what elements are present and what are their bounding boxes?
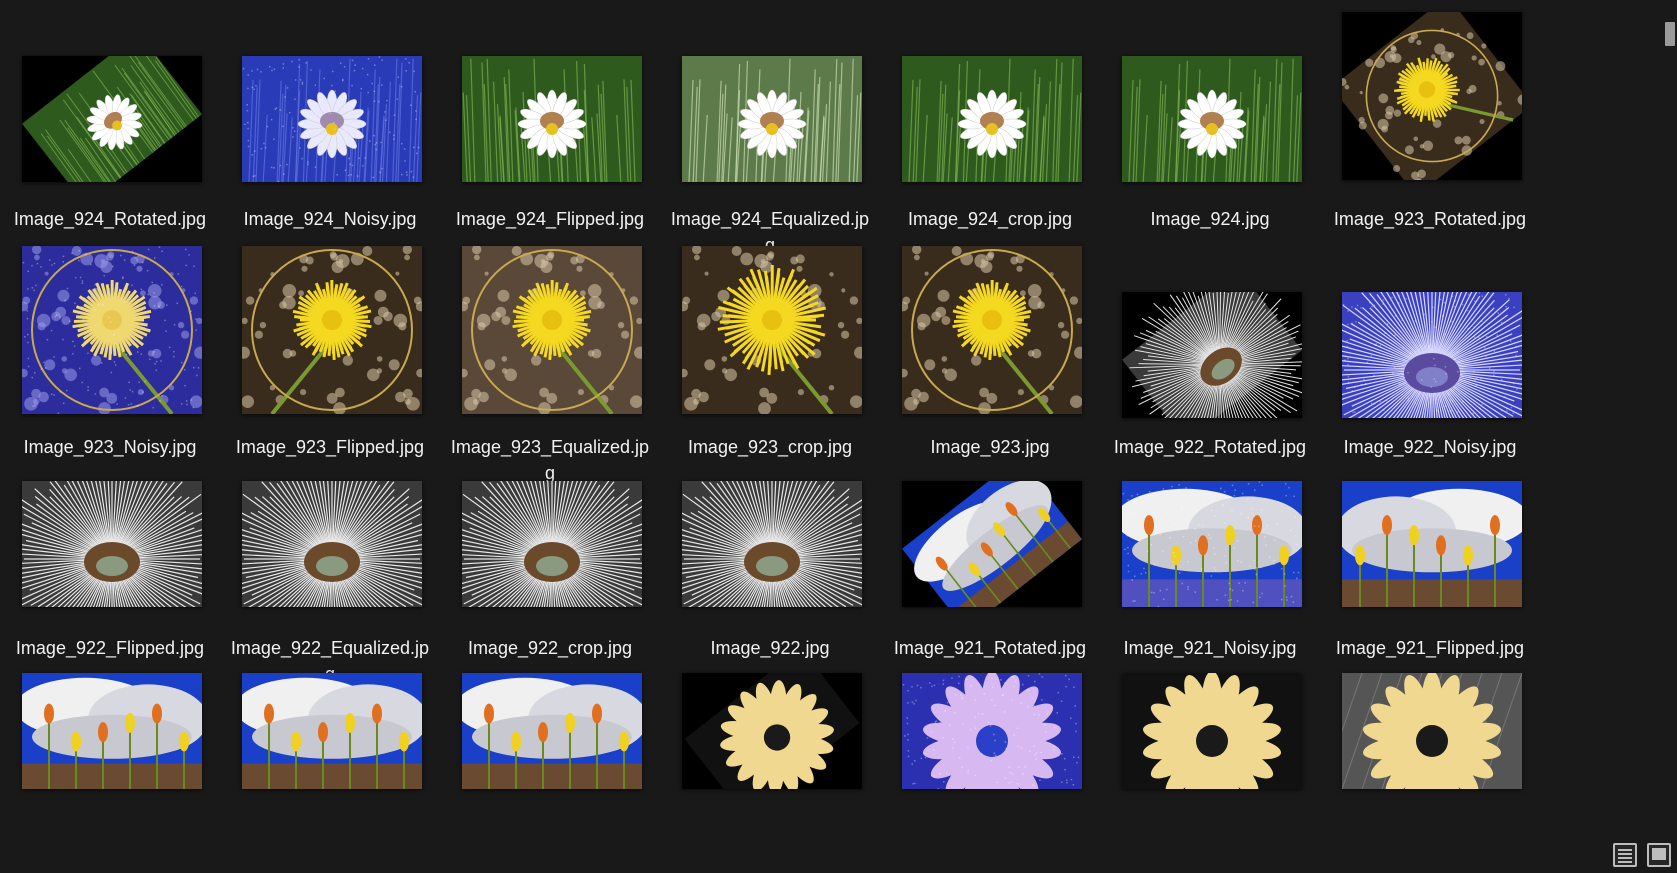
image-thumbnail[interactable] [682, 481, 862, 607]
image-thumbnail[interactable] [22, 481, 202, 607]
image-thumbnail[interactable] [902, 481, 1082, 607]
image-thumbnail[interactable] [22, 673, 202, 789]
file-item[interactable]: Image_923_Noisy.jpg [0, 246, 220, 476]
file-name-label: Image_921_Flipped.jpg [1335, 638, 1525, 658]
file-item[interactable]: Image_923_Flipped.jpg [220, 246, 440, 476]
image-thumbnail[interactable] [902, 246, 1082, 414]
scrollbar-thumb[interactable] [1665, 22, 1675, 46]
file-name-label: Image_921_Rotated.jpg [893, 638, 1087, 658]
file-item[interactable] [880, 673, 1100, 873]
file-name-label: Image_923_Noisy.jpg [23, 437, 197, 457]
file-name-label: Image_922_Flipped.jpg [15, 638, 205, 658]
file-item[interactable]: Image_924_crop.jpg [880, 10, 1100, 240]
image-thumbnail[interactable] [1342, 12, 1522, 180]
file-item[interactable]: Image_923_crop.jpg [660, 246, 880, 476]
image-thumbnail[interactable] [242, 246, 422, 414]
file-item[interactable] [1100, 673, 1320, 873]
image-thumbnail[interactable] [1122, 481, 1302, 607]
image-thumbnail[interactable] [242, 481, 422, 607]
large-icons-view-button[interactable] [1647, 843, 1671, 867]
image-thumbnail[interactable] [682, 246, 862, 414]
file-name-label: Image_923_Rotated.jpg [1333, 209, 1527, 229]
vertical-scrollbar[interactable] [1659, 0, 1677, 873]
image-thumbnail[interactable] [22, 246, 202, 414]
image-thumbnail[interactable] [1122, 292, 1302, 418]
image-thumbnail[interactable] [462, 56, 642, 182]
file-item[interactable] [220, 673, 440, 873]
image-thumbnail[interactable] [462, 246, 642, 414]
image-thumbnail[interactable] [22, 56, 202, 182]
details-view-button[interactable] [1613, 843, 1637, 867]
file-item[interactable]: Image_924_Equalized.jpg [660, 10, 880, 255]
file-name-label: Image_922_Noisy.jpg [1343, 437, 1517, 457]
image-thumbnail[interactable] [1342, 481, 1522, 607]
file-item[interactable] [1320, 673, 1540, 873]
file-name-label: Image_922_crop.jpg [467, 638, 633, 658]
file-name-label: Image_924_crop.jpg [907, 209, 1073, 229]
file-item[interactable]: Image_922_Rotated.jpg [1100, 246, 1320, 476]
image-thumbnail[interactable] [1122, 56, 1302, 182]
image-thumbnail[interactable] [682, 56, 862, 182]
file-name-label: Image_921_Noisy.jpg [1123, 638, 1297, 658]
file-name-label: Image_923_Equalized.jpg [450, 437, 650, 483]
file-name-label: Image_923.jpg [930, 437, 1050, 457]
image-thumbnail[interactable] [682, 673, 862, 789]
file-item[interactable] [0, 673, 220, 873]
thumbnail-grid: Image_924_Rotated.jpg Image_924_Noisy.jpg… [0, 0, 1650, 873]
file-item[interactable]: Image_923_Rotated.jpg [1320, 10, 1540, 240]
file-name-label: Image_923_Flipped.jpg [235, 437, 425, 457]
file-name-label: Image_924.jpg [1150, 209, 1270, 229]
image-thumbnail[interactable] [242, 56, 422, 182]
image-thumbnail[interactable] [1122, 673, 1302, 789]
file-name-label: Image_923_crop.jpg [687, 437, 853, 457]
image-thumbnail[interactable] [462, 673, 642, 789]
image-thumbnail[interactable] [902, 56, 1082, 182]
image-thumbnail[interactable] [1342, 292, 1522, 418]
image-thumbnail[interactable] [902, 673, 1082, 789]
file-item[interactable] [660, 673, 880, 873]
file-item[interactable]: Image_924_Rotated.jpg [0, 10, 220, 240]
image-thumbnail[interactable] [462, 481, 642, 607]
file-item[interactable]: Image_924_Noisy.jpg [220, 10, 440, 240]
image-thumbnail[interactable] [1342, 673, 1522, 789]
file-item[interactable]: Image_923_Equalized.jpg [440, 246, 660, 483]
file-item[interactable] [440, 673, 660, 873]
file-name-label: Image_922_Rotated.jpg [1113, 437, 1307, 457]
file-name-label: Image_924_Rotated.jpg [13, 209, 207, 229]
file-item[interactable]: Image_923.jpg [880, 246, 1100, 476]
file-item[interactable]: Image_922_Noisy.jpg [1320, 246, 1540, 476]
file-name-label: Image_924_Flipped.jpg [455, 209, 645, 229]
image-thumbnail[interactable] [242, 673, 422, 789]
file-item[interactable]: Image_924.jpg [1100, 10, 1320, 240]
file-name-label: Image_924_Noisy.jpg [243, 209, 417, 229]
file-name-label: Image_922.jpg [710, 638, 830, 658]
file-item[interactable]: Image_924_Flipped.jpg [440, 10, 660, 240]
